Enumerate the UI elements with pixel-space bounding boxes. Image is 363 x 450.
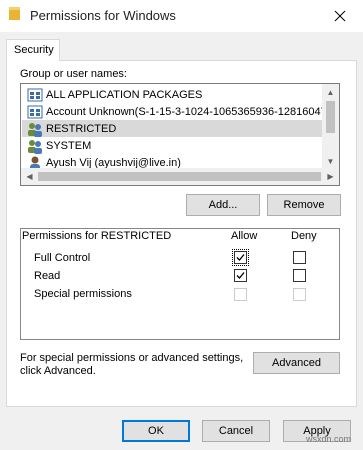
add-button[interactable]: Add... (186, 194, 260, 216)
remove-button[interactable]: Remove (267, 194, 341, 216)
advanced-note-line1: For special permissions or advanced sett… (20, 352, 244, 364)
folder-icon (9, 7, 20, 20)
vertical-scroll-thumb[interactable] (326, 101, 335, 133)
user-label: ALL APPLICATION PACKAGES (46, 88, 203, 101)
full-control-deny-checkbox[interactable] (293, 251, 306, 264)
unknown-account-icon (27, 105, 43, 118)
list-item-selected[interactable]: RESTRICTED (22, 120, 327, 137)
close-button[interactable] (317, 0, 363, 32)
checkmark-icon (236, 254, 245, 261)
advanced-note-line2: click Advanced. (20, 365, 96, 377)
close-icon (334, 10, 346, 22)
tab-security[interactable]: Security (6, 39, 60, 61)
permissions-header: Permissions for RESTRICTED (22, 230, 172, 242)
read-allow-checkbox[interactable] (234, 269, 247, 282)
ok-button[interactable]: OK (122, 420, 190, 442)
window-title: Permissions for Windows (30, 8, 176, 23)
special-deny-checkbox (293, 288, 306, 301)
group-icon (28, 122, 42, 137)
scroll-right-icon[interactable]: ▶ (322, 168, 339, 185)
user-label: Account Unknown(S-1-15-3-1024-1065365936… (46, 105, 327, 118)
perm-special-label: Special permissions (34, 288, 132, 300)
permissions-table (20, 228, 340, 340)
group-icon (28, 139, 42, 154)
allow-column-header: Allow (231, 230, 258, 242)
cancel-button[interactable]: Cancel (202, 420, 270, 442)
permissions-dialog: Permissions for Windows Security Group o… (0, 0, 363, 450)
perm-read-label: Read (34, 270, 61, 282)
checkmark-icon (236, 272, 245, 279)
horizontal-scroll-thumb[interactable] (38, 172, 321, 181)
app-packages-icon (27, 88, 43, 101)
users-header: Group or user names: (20, 68, 127, 80)
scroll-up-icon[interactable]: ▲ (322, 84, 339, 101)
deny-column-header: Deny (291, 230, 317, 242)
vertical-scrollbar[interactable]: ▲ ▼ (322, 84, 339, 170)
watermark: wsxdn.com (306, 434, 352, 444)
user-label: Ayush Vij (ayushvij@live.in) (46, 156, 181, 169)
list-item[interactable]: Account Unknown(S-1-15-3-1024-1065365936… (22, 103, 327, 120)
scroll-left-icon[interactable]: ◀ (21, 168, 38, 185)
full-control-allow-checkbox[interactable] (232, 249, 249, 266)
special-allow-checkbox (234, 288, 247, 301)
list-item[interactable]: ALL APPLICATION PACKAGES (22, 86, 327, 103)
advanced-button[interactable]: Advanced (253, 352, 340, 374)
read-deny-checkbox[interactable] (293, 269, 306, 282)
user-list[interactable]: ALL APPLICATION PACKAGES Account Unknown… (20, 83, 340, 186)
list-item[interactable]: SYSTEM (22, 137, 327, 154)
title-bar: Permissions for Windows (0, 0, 363, 32)
user-label: SYSTEM (46, 139, 92, 152)
user-label: RESTRICTED (46, 122, 117, 135)
horizontal-scrollbar[interactable]: ◀ ▶ (21, 168, 339, 185)
perm-full-control-label: Full Control (34, 252, 91, 264)
